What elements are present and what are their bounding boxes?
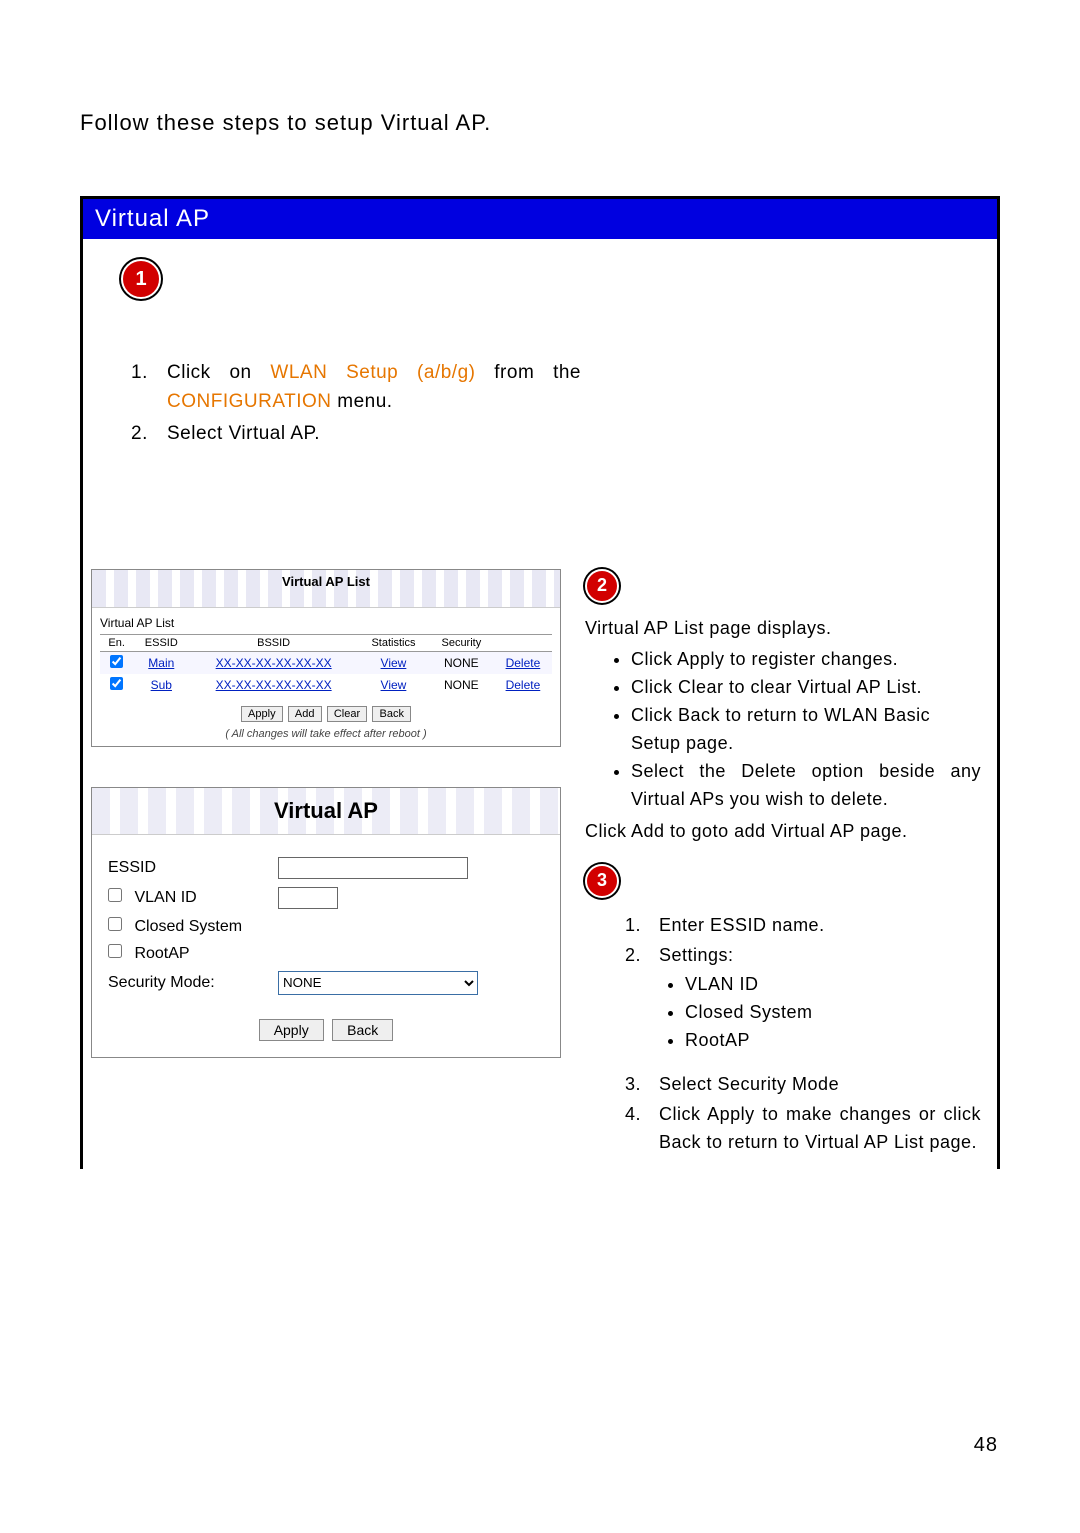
vap-table: En. ESSID BSSID Statistics Security Main (100, 634, 552, 696)
r2-bullet: Click Apply to register changes. (631, 646, 981, 674)
vap-form-panel: Virtual AP ESSID VLAN ID (91, 787, 561, 1058)
row1-view-link[interactable]: View (381, 678, 407, 692)
r2-lead: Virtual AP List page displays. (585, 615, 981, 643)
intro-text: Follow these steps to setup Virtual AP. (80, 110, 1000, 136)
r2-bullet: Click Back to return to WLAN Basic Setup… (631, 702, 981, 758)
row1-security: NONE (429, 674, 494, 696)
row1-bssid-link[interactable]: XX-XX-XX-XX-XX-XX (216, 678, 332, 692)
th-stat: Statistics (358, 634, 429, 651)
step-badge-1: 1 (121, 259, 161, 299)
vap-list-title: Virtual AP List (92, 570, 560, 608)
form-apply-button[interactable]: Apply (259, 1019, 324, 1041)
secmode-label: Security Mode: (108, 974, 278, 992)
row0-bssid-link[interactable]: XX-XX-XX-XX-XX-XX (216, 656, 332, 670)
r2-bullet: Select the Delete option beside any Virt… (631, 758, 981, 814)
list-apply-button[interactable]: Apply (241, 706, 283, 722)
wlan-setup-link: WLAN Setup (a/b/g) (270, 362, 475, 383)
th-en: En. (100, 634, 133, 651)
list-back-button[interactable]: Back (372, 706, 410, 722)
vap-list-subtitle: Virtual AP List (100, 616, 552, 630)
table-row: Main XX-XX-XX-XX-XX-XX View NONE Delete (100, 651, 552, 674)
th-sec: Security (429, 634, 494, 651)
rootap-label: RootAP (134, 945, 189, 962)
row1-essid-link[interactable]: Sub (151, 678, 172, 692)
r2-bullet: Click Clear to clear Virtual AP List. (631, 674, 981, 702)
table-row: Sub XX-XX-XX-XX-XX-XX View NONE Delete (100, 674, 552, 696)
vlan-checkbox[interactable] (108, 888, 122, 902)
step-badge-3: 3 (585, 864, 619, 898)
step1-num: 1. (131, 359, 167, 416)
th-bssid: BSSID (189, 634, 358, 651)
page-number: 48 (974, 1434, 998, 1457)
row1-delete-link[interactable]: Delete (506, 678, 541, 692)
essid-input[interactable] (278, 857, 468, 879)
row0-delete-link[interactable]: Delete (506, 656, 541, 670)
right-block-3: 1.Enter ESSID name. 2.Settings: VLAN ID … (585, 912, 981, 1157)
essid-label: ESSID (108, 859, 278, 877)
th-action (494, 634, 552, 651)
r3-sub-bullet: VLAN ID (685, 971, 981, 999)
list-add-button[interactable]: Add (288, 706, 322, 722)
vap-list-panel: Virtual AP List Virtual AP List En. ESSI… (91, 569, 561, 747)
vlan-label: VLAN ID (134, 889, 196, 906)
row0-view-link[interactable]: View (381, 656, 407, 670)
th-essid: ESSID (133, 634, 189, 651)
step2-num: 2. (131, 420, 167, 449)
main-box: Virtual AP 1 1. Click on WLAN Setup (a/b… (80, 196, 1000, 1169)
vap-list-note: ( All changes will take effect after reb… (100, 728, 552, 740)
closed-label: Closed System (134, 918, 242, 935)
step2-text: Select Virtual AP. (167, 420, 320, 449)
step-badge-2: 2 (585, 569, 619, 603)
rootap-checkbox[interactable] (108, 944, 122, 958)
r2-tail: Click Add to goto add Virtual AP page. (585, 818, 981, 846)
configuration-link: CONFIGURATION (167, 391, 331, 412)
vap-form-title: Virtual AP (92, 788, 560, 835)
row0-enable-checkbox[interactable] (110, 655, 123, 668)
step1-text: Click on WLAN Setup (a/b/g) from the CON… (167, 359, 581, 416)
box-title: Virtual AP (83, 199, 997, 239)
vlan-input[interactable] (278, 887, 338, 909)
row0-security: NONE (429, 651, 494, 674)
row1-enable-checkbox[interactable] (110, 677, 123, 690)
secmode-select[interactable]: NONE (278, 971, 478, 995)
r3-sub-bullet: Closed System (685, 999, 981, 1027)
list-clear-button[interactable]: Clear (327, 706, 367, 722)
form-back-button[interactable]: Back (332, 1019, 393, 1041)
steps-block-1: 1. Click on WLAN Setup (a/b/g) from the … (131, 359, 581, 449)
r3-sub-bullet: RootAP (685, 1027, 981, 1055)
closed-checkbox[interactable] (108, 917, 122, 931)
row0-essid-link[interactable]: Main (148, 656, 174, 670)
right-block-2: Virtual AP List page displays. Click App… (585, 615, 981, 846)
